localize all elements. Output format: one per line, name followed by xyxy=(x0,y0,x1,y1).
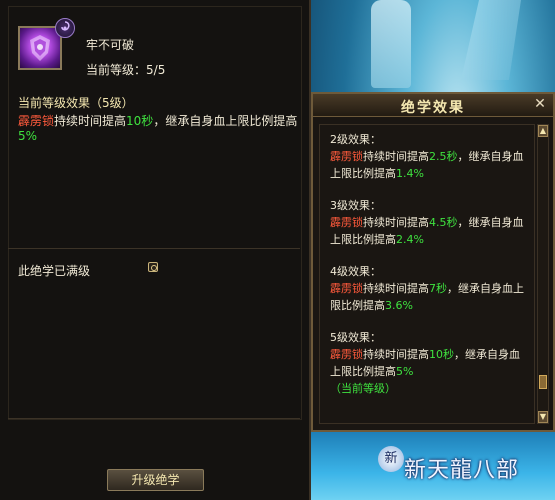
upgrade-skill-button[interactable]: 升级绝学 xyxy=(107,469,204,491)
effect-percent: 5% xyxy=(18,129,38,143)
effect-percent: 3.6% xyxy=(385,299,413,312)
divider xyxy=(8,248,300,249)
game-logo-mark: 新 xyxy=(378,446,404,472)
effect-duration: 10秒 xyxy=(429,348,454,361)
skill-ref: 霹雳锁 xyxy=(18,114,55,128)
current-effect-description: 霹雳锁持续时间提高10秒，继承自身血上限比例提高 5% xyxy=(18,114,303,144)
effect-duration: 2.5秒 xyxy=(429,150,458,163)
skill-effects-popup: 绝学效果 ✕ 2级效果： 霹雳锁持续时间提高2.5秒，继承自身血上限比例提高1.… xyxy=(311,92,555,432)
effect-percent: 1.4% xyxy=(396,167,424,180)
effect-text-a: 持续时间提高 xyxy=(363,282,429,295)
skill-level-label: 当前等级： xyxy=(86,63,147,77)
skill-ref: 霹雳锁 xyxy=(330,216,363,229)
effect-text-b: ，继承自身血上限比例提高 xyxy=(153,114,298,128)
popup-header[interactable]: 绝学效果 ✕ xyxy=(313,94,553,117)
effect-text-a: 持续时间提高 xyxy=(54,114,127,128)
skill-ref: 霹雳锁 xyxy=(330,348,363,361)
scene-crystal xyxy=(371,0,411,88)
skill-type-badge-icon xyxy=(55,18,75,38)
scene-crystal xyxy=(461,0,521,80)
level-title: 3级效果： xyxy=(330,199,381,212)
skill-ref: 霹雳锁 xyxy=(330,282,363,295)
effects-list: 2级效果： 霹雳锁持续时间提高2.5秒，继承自身血上限比例提高1.4% 3级效果… xyxy=(319,124,535,424)
level-description: 霹雳锁持续时间提高10秒，继承自身血上限比例提高5% xyxy=(330,346,530,380)
skill-ref: 霹雳锁 xyxy=(330,150,363,163)
scroll-up-icon[interactable]: ▲ xyxy=(538,125,548,137)
current-effect-heading: 当前等级效果（5级） xyxy=(18,96,134,110)
effects-scrollbar[interactable]: ▲ ▼ xyxy=(537,124,549,424)
scroll-down-icon[interactable]: ▼ xyxy=(538,411,548,423)
effect-text-a: 持续时间提高 xyxy=(363,150,429,163)
level-title: 5级效果： xyxy=(330,331,381,344)
level-description: 霹雳锁持续时间提高7秒，继承自身血上限比例提高3.6% xyxy=(330,280,530,314)
level-effect-item: 4级效果： 霹雳锁持续时间提高7秒，继承自身血上限比例提高3.6% xyxy=(330,263,530,314)
level-effect-item: 5级效果： 霹雳锁持续时间提高10秒，继承自身血上限比例提高5% （当前等级） xyxy=(330,329,530,397)
popup-title: 绝学效果 xyxy=(401,100,465,116)
effect-text-a: 持续时间提高 xyxy=(363,216,429,229)
info-icon[interactable] xyxy=(148,262,158,272)
effect-percent: 2.4% xyxy=(396,233,424,246)
scroll-thumb[interactable] xyxy=(539,375,547,389)
level-effect-item: 3级效果： 霹雳锁持续时间提高4.5秒，继承自身血上限比例提高2.4% xyxy=(330,197,530,248)
skill-level-value: 5/5 xyxy=(146,63,166,77)
game-logo: 新天龍八部 xyxy=(404,458,520,483)
current-level-tag: （当前等级） xyxy=(330,382,396,395)
effect-duration: 4.5秒 xyxy=(429,216,458,229)
divider xyxy=(8,418,300,419)
level-description: 霹雳锁持续时间提高4.5秒，继承自身血上限比例提高2.4% xyxy=(330,214,530,248)
level-title: 4级效果： xyxy=(330,265,381,278)
level-description: 霹雳锁持续时间提高2.5秒，继承自身血上限比例提高1.4% xyxy=(330,148,530,182)
level-effect-item: 2级效果： 霹雳锁持续时间提高2.5秒，继承自身血上限比例提高1.4% xyxy=(330,131,530,182)
effect-duration: 10秒 xyxy=(126,114,154,128)
maxed-label: 此绝学已满级 xyxy=(18,264,91,278)
effect-percent: 5% xyxy=(396,365,414,378)
effect-duration: 7秒 xyxy=(429,282,447,295)
effect-text-a: 持续时间提高 xyxy=(363,348,429,361)
close-icon[interactable]: ✕ xyxy=(533,97,547,111)
skill-name: 牢不可破 xyxy=(86,38,135,52)
skill-icon-slot[interactable] xyxy=(10,18,75,74)
skill-detail-panel: 牢不可破 当前等级：5/5 当前等级效果（5级） 霹雳锁持续时间提高10秒，继承… xyxy=(0,0,311,500)
skill-level: 当前等级：5/5 xyxy=(86,61,165,78)
level-title: 2级效果： xyxy=(330,133,381,146)
